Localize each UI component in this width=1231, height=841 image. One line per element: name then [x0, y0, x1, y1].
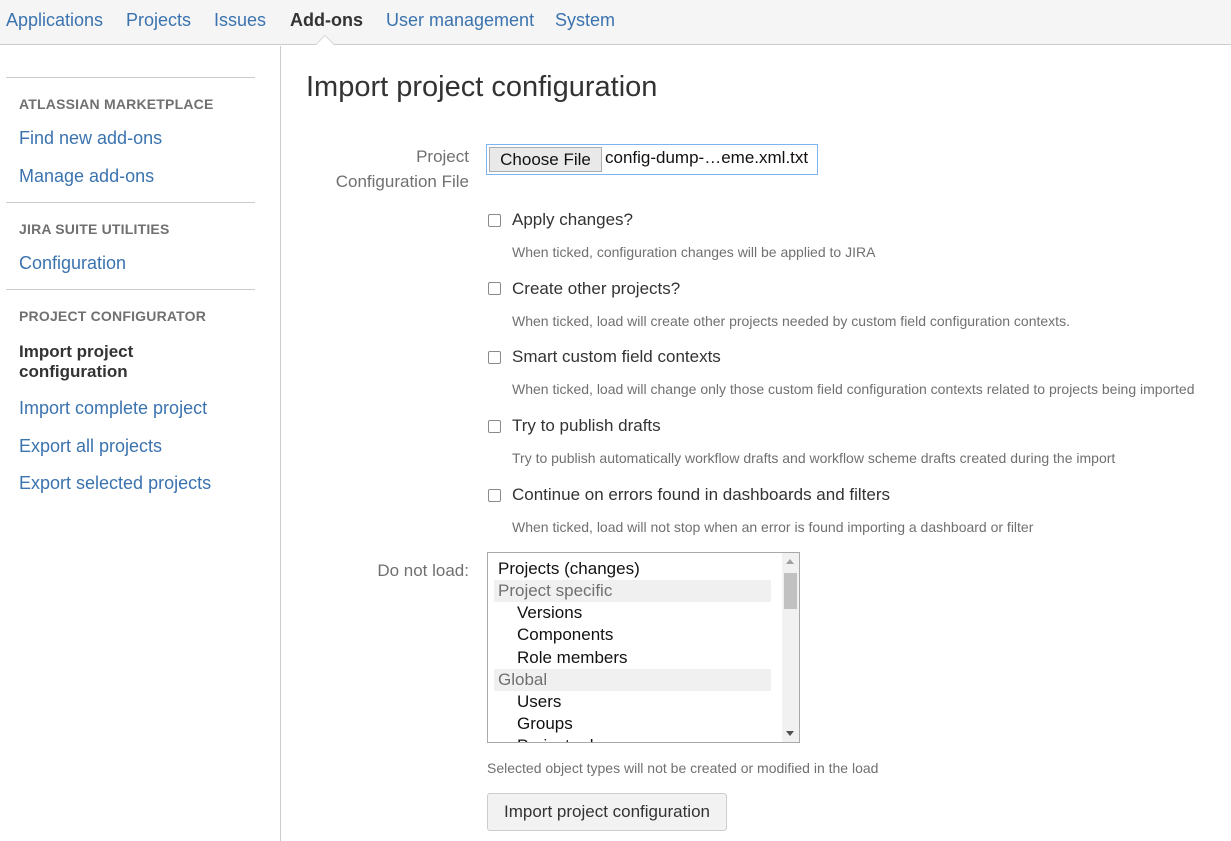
selected-file-name: config-dump-…eme.xml.txt	[605, 148, 809, 167]
tab-system[interactable]: System	[555, 10, 615, 31]
list-item[interactable]: Components	[494, 624, 771, 646]
list-group-global: Global	[494, 669, 771, 691]
continue-on-errors-label[interactable]: Continue on errors found in dashboards a…	[512, 485, 890, 505]
tab-projects[interactable]: Projects	[126, 10, 191, 31]
do-not-load-listbox[interactable]: Projects (changes) Project specific Vers…	[487, 552, 800, 743]
list-item[interactable]: Versions	[494, 602, 771, 624]
tab-add-ons[interactable]: Add-ons	[290, 10, 363, 31]
sidebar: ATLASSIAN MARKETPLACE Find new add-ons M…	[0, 46, 281, 841]
list-item[interactable]: Project roles	[494, 735, 771, 742]
publish-drafts-checkbox[interactable]	[488, 420, 501, 433]
publish-drafts-label[interactable]: Try to publish drafts	[512, 416, 661, 436]
smart-custom-field-contexts-label[interactable]: Smart custom field contexts	[512, 347, 721, 367]
sidebar-heading-jira-suite-utilities: JIRA SUITE UTILITIES	[19, 221, 170, 237]
do-not-load-label: Do not load:	[377, 561, 469, 580]
sidebar-item-manage-add-ons[interactable]: Manage add-ons	[19, 166, 154, 187]
import-project-configuration-button[interactable]: Import project configuration	[487, 793, 727, 831]
create-other-projects-label[interactable]: Create other projects?	[512, 279, 680, 299]
sidebar-item-export-all-projects[interactable]: Export all projects	[19, 436, 162, 457]
sidebar-item-export-selected-projects[interactable]: Export selected projects	[19, 473, 211, 494]
sidebar-divider	[6, 289, 255, 290]
top-navigation: Applications Projects Issues Add-ons Use…	[0, 0, 1231, 45]
tab-user-management[interactable]: User management	[386, 10, 534, 31]
active-tab-caret	[315, 35, 335, 45]
continue-on-errors-description: When ticked, load will not stop when an …	[512, 519, 1034, 535]
scrollbar-thumb[interactable]	[784, 573, 797, 609]
sidebar-item-configuration[interactable]: Configuration	[19, 253, 126, 274]
list-item[interactable]: Groups	[494, 713, 771, 735]
sidebar-item-import-complete-project[interactable]: Import complete project	[19, 398, 207, 419]
create-other-projects-checkbox[interactable]	[488, 282, 501, 295]
list-item[interactable]: Role members	[494, 647, 771, 669]
list-group-project-specific: Project specific	[494, 580, 771, 602]
sidebar-heading-project-configurator: PROJECT CONFIGURATOR	[19, 308, 207, 324]
file-field-label: Project Configuration File	[335, 147, 469, 191]
apply-changes-label[interactable]: Apply changes?	[512, 210, 633, 230]
do-not-load-hint: Selected object types will not be create…	[487, 760, 879, 776]
scroll-up-arrow-icon[interactable]	[786, 559, 794, 564]
scroll-down-arrow-icon[interactable]	[786, 731, 794, 736]
smart-custom-field-contexts-checkbox[interactable]	[488, 351, 501, 364]
choose-file-button[interactable]: Choose File	[489, 147, 602, 172]
file-input[interactable]: Choose File config-dump-…eme.xml.txt	[486, 144, 818, 175]
publish-drafts-description: Try to publish automatically workflow dr…	[512, 450, 1116, 466]
tab-issues[interactable]: Issues	[214, 10, 266, 31]
list-item[interactable]: Users	[494, 691, 771, 713]
tab-applications[interactable]: Applications	[6, 10, 103, 31]
sidebar-divider	[6, 202, 255, 203]
apply-changes-description: When ticked, configuration changes will …	[512, 244, 876, 260]
smart-custom-field-contexts-description: When ticked, load will change only those…	[512, 381, 1195, 397]
sidebar-item-import-project-configuration[interactable]: Import project configuration	[19, 342, 219, 382]
create-other-projects-description: When ticked, load will create other proj…	[512, 313, 1070, 329]
sidebar-item-find-new-add-ons[interactable]: Find new add-ons	[19, 128, 162, 149]
listbox-scrollbar[interactable]	[782, 553, 799, 742]
sidebar-divider	[6, 77, 255, 78]
page-title: Import project configuration	[306, 71, 658, 103]
list-item[interactable]: Projects (changes)	[494, 558, 771, 580]
apply-changes-checkbox[interactable]	[488, 214, 501, 227]
continue-on-errors-checkbox[interactable]	[488, 489, 501, 502]
sidebar-heading-atlassian-marketplace: ATLASSIAN MARKETPLACE	[19, 96, 214, 112]
